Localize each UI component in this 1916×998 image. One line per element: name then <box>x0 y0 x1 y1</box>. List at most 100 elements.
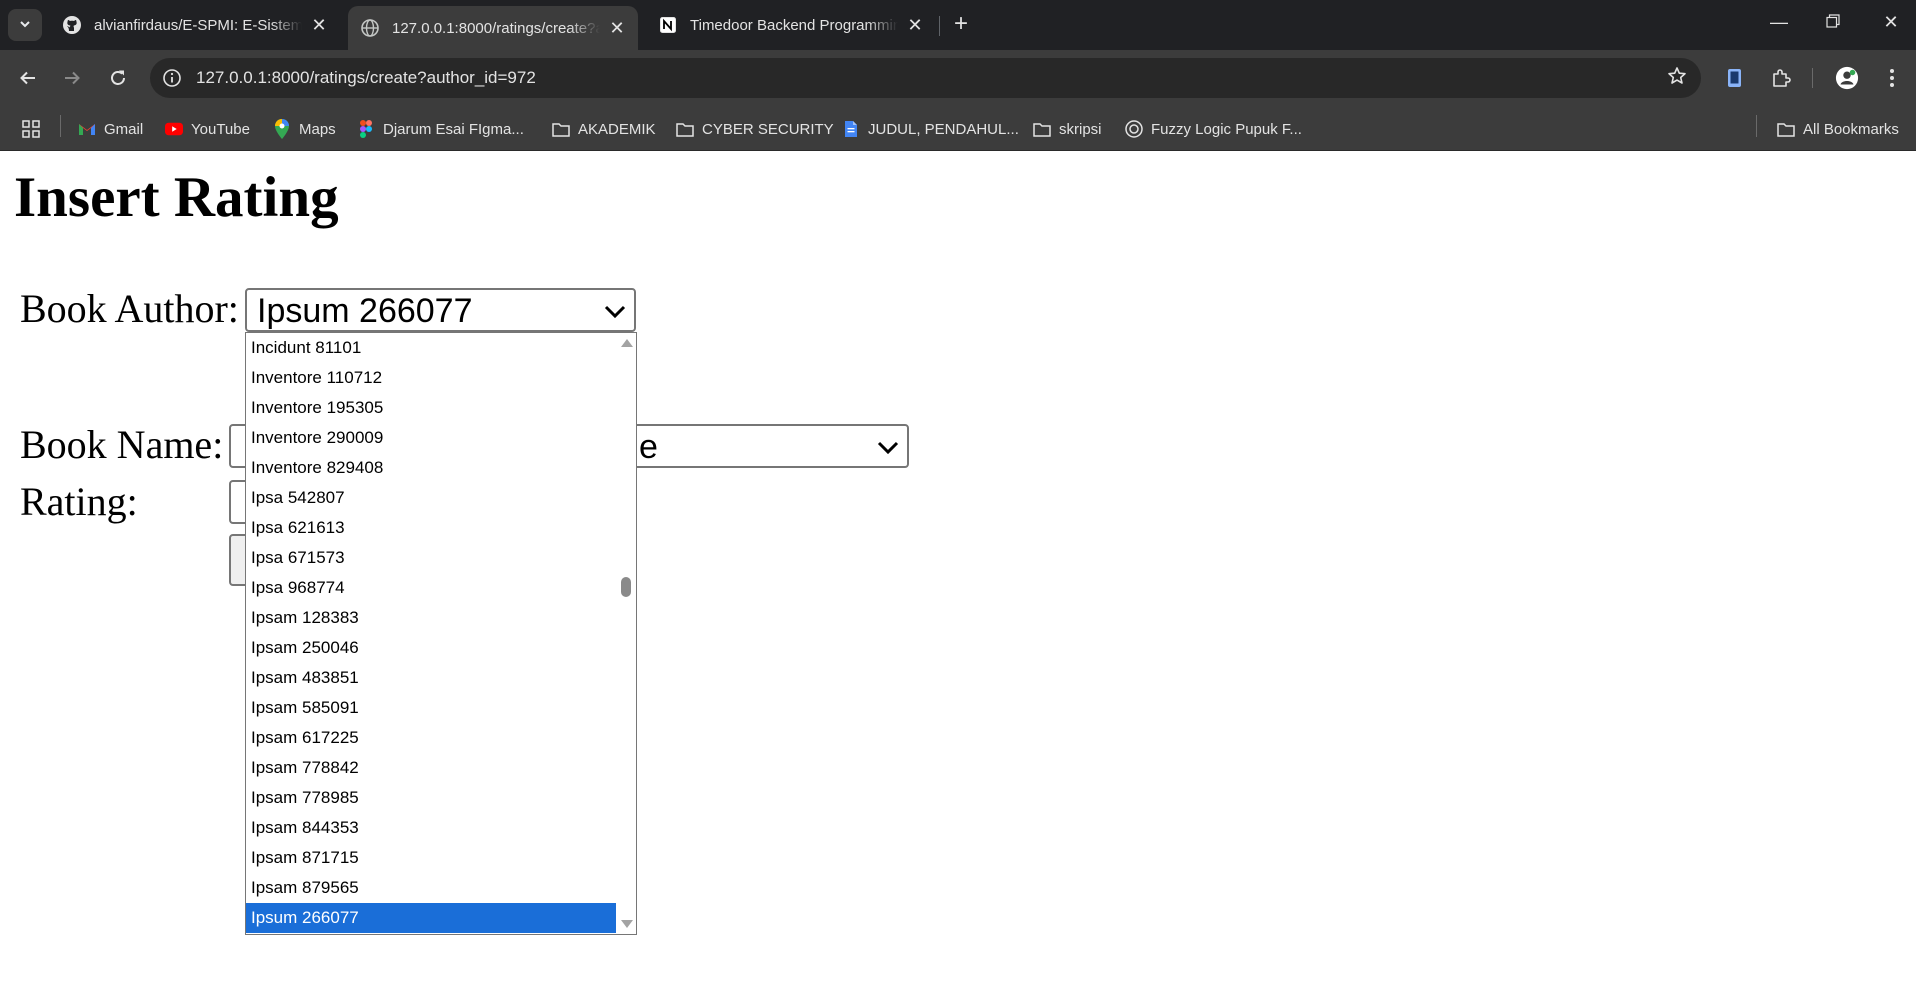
tab-strip: alvianfirdaus/E-SPMI: E-Sistem Penjamina… <box>0 0 1916 50</box>
bookmarks-divider <box>1756 115 1757 137</box>
bookmark-fuzzy-logic[interactable]: Fuzzy Logic Pupuk F... <box>1125 118 1302 140</box>
bookmark-star-icon[interactable] <box>1667 66 1687 92</box>
close-tab-icon[interactable]: ✕ <box>310 16 328 34</box>
dropdown-option[interactable]: Ipsa 968774 <box>246 573 616 603</box>
bookmark-folder-cyber-security[interactable]: CYBER SECURITY <box>676 118 834 140</box>
openai-icon <box>1125 120 1143 138</box>
book-name-label: Book Name: <box>20 422 224 467</box>
bookmark-label: AKADEMIK <box>578 120 656 138</box>
bookmarks-divider <box>60 115 61 137</box>
dropdown-option[interactable]: Inventore 110712 <box>246 363 616 393</box>
scroll-up-arrow-icon[interactable] <box>621 339 633 347</box>
new-tab-button[interactable]: + <box>948 12 974 36</box>
minimize-icon[interactable]: — <box>1764 12 1794 33</box>
folder-icon <box>552 120 570 138</box>
dropdown-option[interactable]: Ipsam 585091 <box>246 693 616 723</box>
tab-search-button[interactable] <box>8 9 42 41</box>
tab-title: Timedoor Backend Programming <box>690 16 898 34</box>
back-button[interactable] <box>14 64 42 92</box>
folder-icon <box>1777 120 1795 138</box>
bookmark-judul[interactable]: JUDUL, PENDAHUL... <box>842 118 1019 140</box>
dropdown-scrollbar[interactable] <box>616 333 636 934</box>
tab-title: 127.0.0.1:8000/ratings/create?author_id=… <box>392 19 600 37</box>
all-bookmarks-button[interactable]: All Bookmarks <box>1777 118 1899 140</box>
dropdown-option[interactable]: Ipsa 621613 <box>246 513 616 543</box>
extensions-icon[interactable] <box>1769 66 1793 90</box>
scroll-down-arrow-icon[interactable] <box>621 920 633 928</box>
dropdown-option[interactable]: Ipsam 128383 <box>246 603 616 633</box>
dropdown-option[interactable]: Inventore 829408 <box>246 453 616 483</box>
bookmark-label: Djarum Esai FIgma... <box>383 120 524 138</box>
reading-list-icon[interactable] <box>1723 66 1747 90</box>
tab-ratings-create[interactable]: 127.0.0.1:8000/ratings/create?author_id=… <box>348 6 638 50</box>
folder-icon <box>1033 120 1051 138</box>
url-text[interactable]: 127.0.0.1:8000/ratings/create?author_id=… <box>196 68 536 88</box>
close-tab-icon[interactable]: ✕ <box>906 16 924 34</box>
bookmark-maps[interactable]: Maps <box>273 118 336 140</box>
scrollbar-thumb[interactable] <box>621 577 631 597</box>
bookmark-label: CYBER SECURITY <box>702 120 834 138</box>
bookmarks-bar: Gmail YouTube Maps Djarum Esai FIgma... … <box>0 106 1916 151</box>
book-name-selected-value-visible: e <box>639 428 658 466</box>
browser-toolbar: 127.0.0.1:8000/ratings/create?author_id=… <box>0 50 1916 106</box>
bookmark-label: YouTube <box>191 120 250 138</box>
bookmark-label: JUDUL, PENDAHUL... <box>868 120 1019 138</box>
dropdown-option[interactable]: Ipsam 879565 <box>246 873 616 903</box>
github-icon <box>62 15 82 35</box>
page-title: Insert Rating <box>14 166 339 229</box>
dropdown-option[interactable]: Ipsa 671573 <box>246 543 616 573</box>
dropdown-option[interactable]: Ipsam 778985 <box>246 783 616 813</box>
menu-kebab-icon[interactable] <box>1880 66 1904 90</box>
chevron-down-icon <box>875 434 901 460</box>
bookmark-folder-skripsi[interactable]: skripsi <box>1033 118 1102 140</box>
notion-icon <box>658 15 678 35</box>
youtube-icon <box>165 120 183 138</box>
dropdown-option[interactable]: Ipsam 483851 <box>246 663 616 693</box>
toolbar-divider <box>1812 68 1813 88</box>
bookmark-label: skripsi <box>1059 120 1102 138</box>
tab-timedoor[interactable]: Timedoor Backend Programming ✕ <box>646 6 936 44</box>
dropdown-option[interactable]: Ipsa 542807 <box>246 483 616 513</box>
dropdown-option[interactable]: Ipsum 266077 <box>246 903 616 933</box>
dropdown-option[interactable]: Ipsam 844353 <box>246 813 616 843</box>
restore-icon[interactable] <box>1818 12 1848 33</box>
close-tab-icon[interactable]: ✕ <box>608 19 626 37</box>
chevron-down-icon <box>602 298 628 324</box>
gmail-icon <box>78 120 96 138</box>
book-author-label: Book Author: <box>20 286 239 331</box>
dropdown-option[interactable]: Incidunt 81101 <box>246 333 616 363</box>
doc-icon <box>842 120 860 138</box>
bookmark-label: Maps <box>299 120 336 138</box>
bookmark-gmail[interactable]: Gmail <box>78 118 143 140</box>
book-author-select[interactable]: Ipsum 266077 <box>245 288 636 332</box>
dropdown-option[interactable]: Ipsam 778842 <box>246 753 616 783</box>
dropdown-option[interactable]: Inventore 195305 <box>246 393 616 423</box>
tab-github[interactable]: alvianfirdaus/E-SPMI: E-Sistem Penjamina… <box>50 6 340 44</box>
book-author-dropdown-list[interactable]: Incidunt 81101 Inventore 110712 Inventore … <box>245 332 637 935</box>
tab-divider <box>939 16 940 36</box>
maps-icon <box>273 119 291 139</box>
folder-icon <box>676 120 694 138</box>
bookmark-figma[interactable]: Djarum Esai FIgma... <box>357 118 524 140</box>
forward-button[interactable] <box>58 64 86 92</box>
dropdown-option[interactable]: Inventore 290009 <box>246 423 616 453</box>
close-window-icon[interactable]: ✕ <box>1876 12 1906 33</box>
dropdown-option[interactable]: Ipsam 250046 <box>246 633 616 663</box>
site-info-icon[interactable] <box>162 68 182 88</box>
bookmark-label: Fuzzy Logic Pupuk F... <box>1151 120 1302 138</box>
address-bar[interactable]: 127.0.0.1:8000/ratings/create?author_id=… <box>150 58 1701 98</box>
all-bookmarks-label: All Bookmarks <box>1803 120 1899 138</box>
book-author-selected-value: Ipsum 266077 <box>257 292 473 330</box>
chevron-down-icon <box>18 17 32 34</box>
reload-button[interactable] <box>104 64 132 92</box>
bookmark-folder-akademik[interactable]: AKADEMIK <box>552 118 656 140</box>
tab-title: alvianfirdaus/E-SPMI: E-Sistem Penjamina… <box>94 16 302 34</box>
bookmark-youtube[interactable]: YouTube <box>165 118 250 140</box>
apps-grid-icon[interactable] <box>22 118 40 140</box>
dropdown-option[interactable]: Ipsam 871715 <box>246 843 616 873</box>
bookmark-label: Gmail <box>104 120 144 138</box>
profile-avatar[interactable] <box>1835 66 1859 90</box>
globe-icon <box>360 18 380 38</box>
figma-icon <box>357 120 375 138</box>
dropdown-option[interactable]: Ipsam 617225 <box>246 723 616 753</box>
